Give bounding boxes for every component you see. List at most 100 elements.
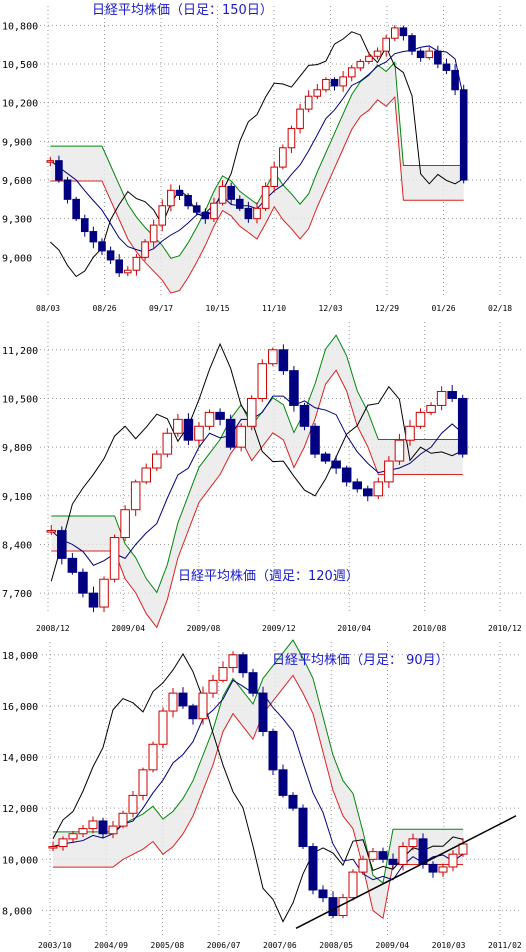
- x-tick-label: 2010/04: [337, 624, 371, 633]
- candle-body: [148, 743, 158, 771]
- x-tick-label: 2010/12: [488, 624, 522, 633]
- candle-body: [459, 89, 468, 181]
- candle-body: [128, 794, 138, 814]
- x-tick-label: 2009/12: [262, 624, 296, 633]
- candle-body: [188, 705, 198, 720]
- candle-body: [318, 889, 328, 899]
- candle-body: [358, 858, 368, 873]
- candle-body: [58, 838, 68, 848]
- candle-body: [238, 654, 248, 674]
- candle-body: [88, 592, 99, 608]
- candle-body: [178, 692, 188, 707]
- candle-body: [227, 185, 235, 200]
- y-tick-label: 9,900: [2, 137, 32, 148]
- weekly-chart: 2008/12 2009/04 2009/08 2009/12 2010/04 2010/…: [2, 322, 522, 633]
- x-tick-label: 2003/10: [38, 941, 72, 950]
- x-tick-label: 2008/12: [36, 624, 70, 633]
- candle-body: [408, 838, 418, 848]
- candle-body: [46, 530, 57, 533]
- candle-body: [109, 537, 120, 580]
- weekly-chart-panel: 2008/12 2009/04 2009/08 2009/12 2010/04 2010/…: [0, 318, 526, 638]
- candle-body: [448, 853, 458, 868]
- x-tick-label: 2008/05: [319, 941, 353, 950]
- candle-body: [378, 851, 388, 860]
- candle-body: [382, 37, 390, 52]
- candle-body: [278, 349, 289, 372]
- candle-body: [398, 846, 408, 865]
- y-tick-label: 10,800: [2, 21, 38, 32]
- candle-body: [363, 488, 373, 497]
- candle-body: [194, 425, 204, 441]
- x-tick-label: 2009/04: [376, 941, 410, 950]
- candle-body: [115, 259, 124, 274]
- y-tick-label: 9,600: [2, 176, 32, 187]
- candle-body: [373, 481, 384, 497]
- candle-body: [162, 432, 173, 455]
- x-tick-label: 02/18: [488, 304, 512, 313]
- x-tick-label: 08/03: [36, 304, 60, 313]
- candle-body: [415, 411, 426, 427]
- candle-body: [175, 189, 184, 196]
- candle-body: [299, 404, 310, 427]
- candle-body: [287, 127, 296, 149]
- candle-body: [352, 481, 363, 490]
- candle-body: [167, 189, 175, 207]
- candle-body: [225, 418, 236, 448]
- y-tick-label: 8,000: [2, 906, 32, 917]
- candle-body: [78, 828, 88, 835]
- x-tick-label: 2006/07: [207, 941, 241, 950]
- x-tick-label: 2009/08: [187, 624, 221, 633]
- candle-body: [183, 418, 194, 441]
- chart-title: 日経平均株価（週足：120週）: [178, 569, 359, 584]
- candle-body: [356, 60, 365, 69]
- candle-body: [248, 672, 258, 694]
- candle-body: [72, 198, 80, 220]
- candle-body: [408, 35, 416, 52]
- candle-body: [298, 807, 308, 848]
- candle-body: [331, 460, 341, 469]
- candle-body: [228, 654, 238, 669]
- x-tick-label: 12/29: [375, 304, 399, 313]
- x-tick-label: 2004/09: [94, 941, 128, 950]
- y-tick-label: 9,100: [2, 492, 32, 503]
- chart-title: 日経平均株価（月足： 90月）: [272, 653, 449, 668]
- candle-body: [310, 425, 320, 455]
- candle-body: [46, 160, 55, 163]
- candle-body: [141, 467, 151, 483]
- candle-body: [322, 78, 330, 91]
- y-tick-label: 10,500: [2, 60, 38, 71]
- candle-body: [215, 411, 225, 420]
- candle-body: [80, 218, 89, 233]
- candle-body: [130, 481, 141, 511]
- candle-body: [416, 50, 425, 59]
- candle-body: [246, 397, 257, 427]
- x-tick-label: 2011/02: [488, 941, 522, 950]
- x-tick-label: 2009/04: [111, 624, 145, 633]
- x-tick-label: 2010/08: [413, 624, 447, 633]
- candle-body: [152, 453, 162, 469]
- y-tick-label: 11,200: [2, 346, 38, 357]
- candle-body: [270, 166, 279, 187]
- candle-body: [348, 871, 358, 899]
- candle-body: [296, 108, 304, 129]
- candle-body: [78, 571, 88, 594]
- candle-body: [168, 692, 178, 712]
- candle-body: [330, 78, 339, 87]
- candle-body: [98, 241, 106, 252]
- candle-body: [218, 667, 228, 681]
- candle-body: [141, 241, 149, 258]
- candle-body: [99, 578, 109, 608]
- candle-body: [48, 846, 58, 849]
- candle-body: [67, 557, 78, 573]
- candle-body: [201, 211, 210, 220]
- candle-body: [208, 679, 218, 694]
- candle-body: [55, 160, 63, 181]
- x-tick-label: 09/17: [149, 304, 173, 313]
- candle-body: [436, 391, 447, 406]
- candle-body: [204, 411, 215, 427]
- x-tick-label: 12/03: [319, 304, 343, 313]
- candle-body: [289, 370, 299, 406]
- candle-body: [457, 397, 468, 455]
- candle-body: [158, 710, 168, 745]
- candle-body: [261, 185, 270, 209]
